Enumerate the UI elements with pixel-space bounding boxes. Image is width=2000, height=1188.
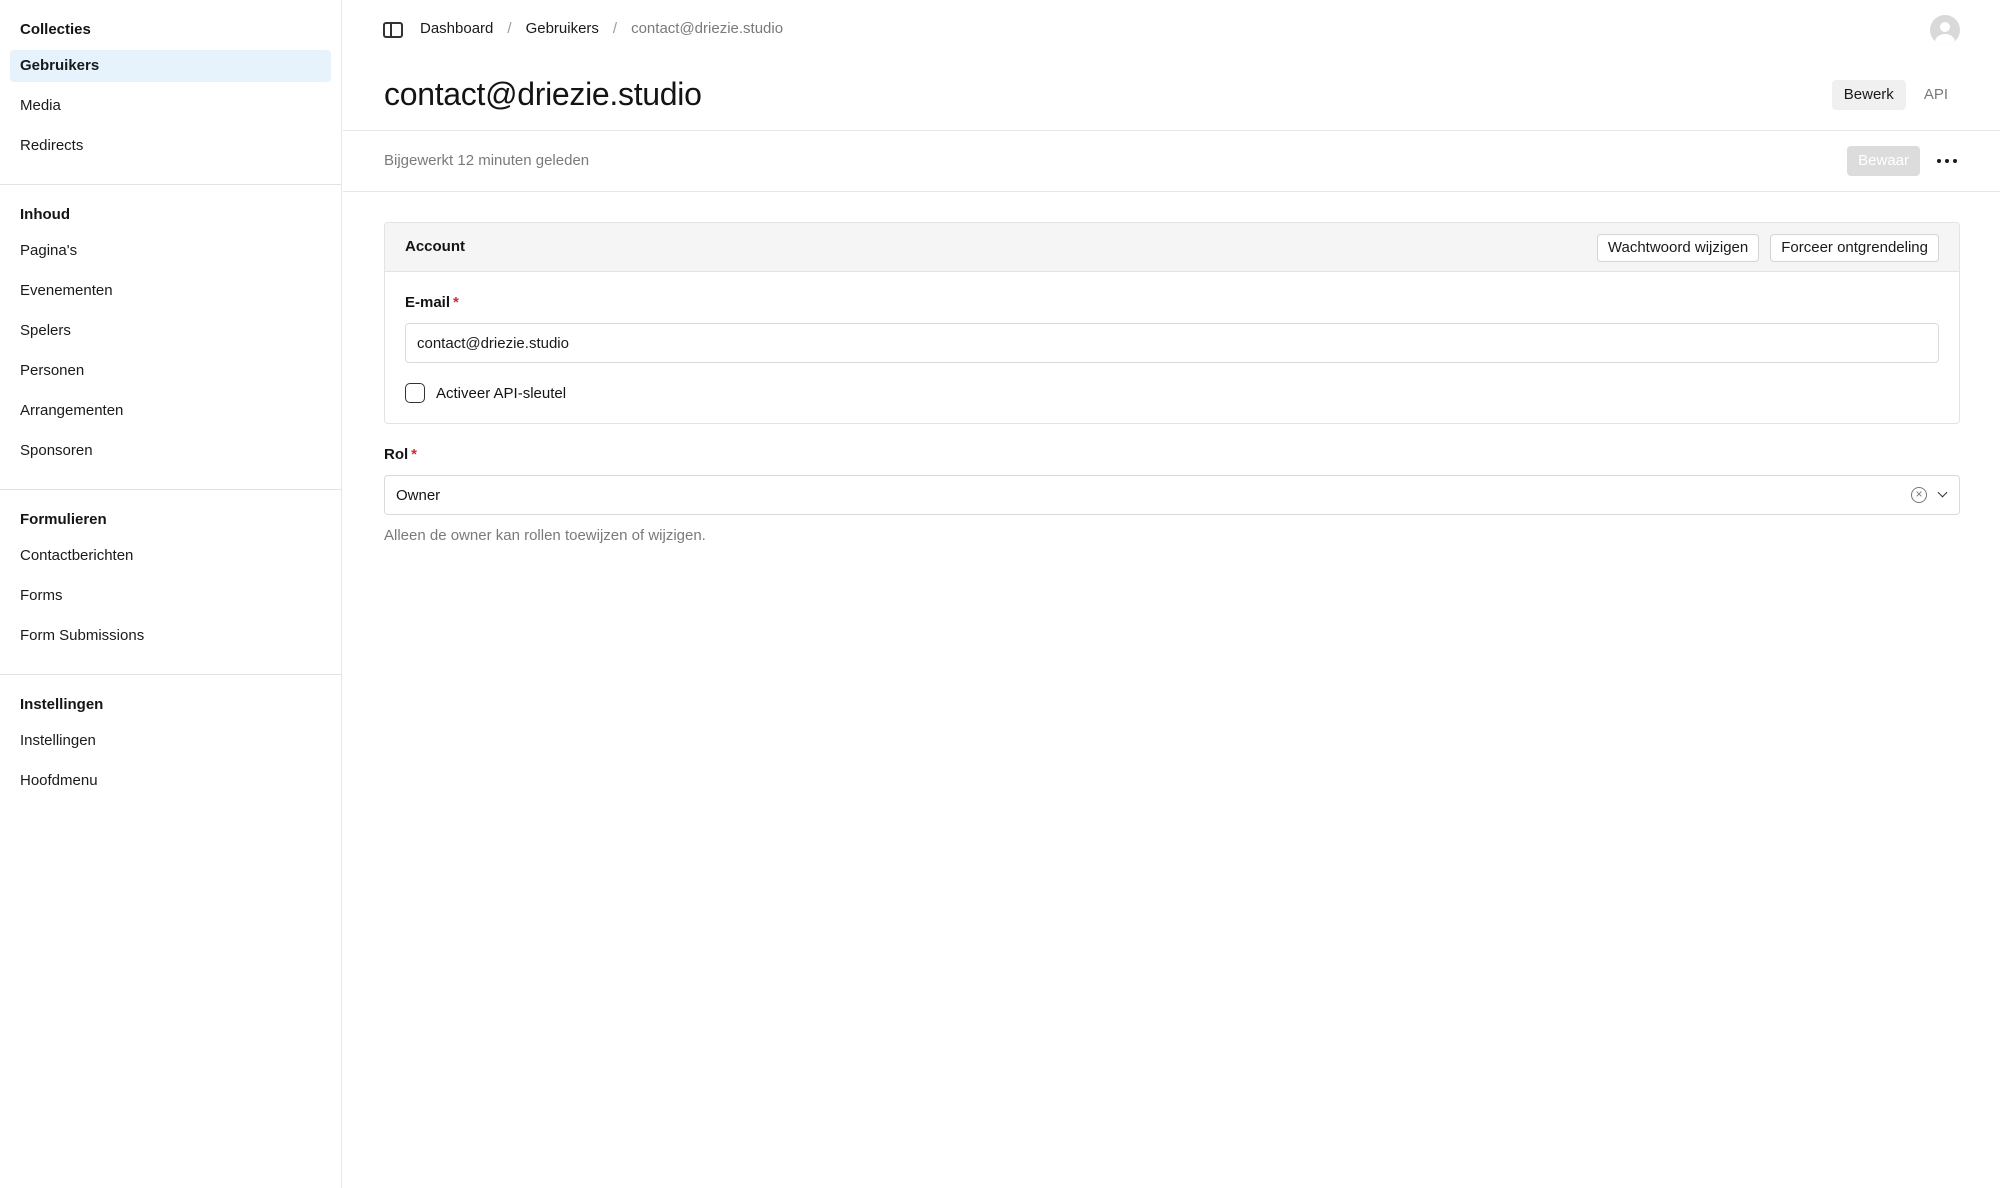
api-key-label[interactable]: Activeer API-sleutel [436,385,566,402]
role-label: Rol * [384,446,1960,463]
email-field[interactable] [405,323,1939,363]
topbar: Dashboard / Gebruikers / contact@driezie… [343,0,2000,60]
role-help-text: Alleen de owner kan rollen toewijzen of … [384,527,706,544]
more-options-icon[interactable] [1936,149,1958,173]
sidebar-item-paginas[interactable]: Pagina's [10,235,331,267]
main-content: Dashboard / Gebruikers / contact@driezie… [343,0,2000,1188]
account-actions: Wachtwoord wijzigen Forceer ontgrendelin… [1596,234,1939,262]
role-select-value: Owner [396,487,441,504]
api-key-row: Activeer API-sleutel [405,383,1939,403]
nav-group-inhoud: Inhoud Pagina's Evenementen Spelers Pers… [0,185,341,490]
breadcrumb: Dashboard / Gebruikers / contact@driezie… [420,20,783,37]
dot-shape [1937,159,1941,163]
nav-group-formulieren: Formulieren Contactberichten Forms Form … [0,490,341,675]
dot-shape [1953,159,1957,163]
sidebar-item-contactberichten[interactable]: Contactberichten [10,540,331,572]
sidebar-item-arrangementen[interactable]: Arrangementen [10,395,331,427]
nav-group-collecties: Collecties Gebruikers Media Redirects [0,0,341,185]
avatar-body-shape [1935,34,1955,45]
account-title: Account [405,238,465,255]
breadcrumb-dashboard[interactable]: Dashboard [420,20,493,37]
clear-icon[interactable]: × [1911,487,1927,503]
sidebar-item-media[interactable]: Media [10,90,331,122]
sidebar-nav: Collecties Gebruikers Media Redirects In… [0,0,342,1188]
sidebar-item-gebruikers[interactable]: Gebruikers [10,50,331,82]
change-password-button[interactable]: Wachtwoord wijzigen [1596,234,1760,262]
sidebar-item-evenementen[interactable]: Evenementen [10,275,331,307]
sidebar-item-redirects[interactable]: Redirects [10,130,331,162]
account-section: Account Wachtwoord wijzigen Forceer ontg… [384,222,1960,424]
breadcrumb-separator: / [507,20,512,37]
sidebar-item-instellingen[interactable]: Instellingen [10,725,331,757]
breadcrumb-current: contact@driezie.studio [631,20,784,37]
tab-api[interactable]: API [1912,80,1960,110]
role-label-text: Rol [384,446,409,463]
sidebar-item-spelers[interactable]: Spelers [10,315,331,347]
chevron-down-icon[interactable] [1937,487,1948,498]
page-title: contact@driezie.studio [384,76,702,112]
save-button[interactable]: Bewaar [1847,146,1920,176]
required-marker: * [453,294,459,311]
breadcrumb-gebruikers[interactable]: Gebruikers [526,20,599,37]
title-row: contact@driezie.studio Bewerk API [343,60,2000,131]
nav-group-title: Instellingen [20,696,104,713]
sidebar-item-personen[interactable]: Personen [10,355,331,387]
sidebar-item-sponsoren[interactable]: Sponsoren [10,435,331,467]
nav-group-title: Inhoud [20,206,70,223]
role-field: Rol * Owner × Alleen de owner kan rollen … [384,446,1960,544]
sidebar-item-form-submissions[interactable]: Form Submissions [10,620,331,652]
sidebar-item-hoofdmenu[interactable]: Hoofdmenu [10,765,331,797]
nav-group-title: Formulieren [20,511,107,528]
email-label-text: E-mail [405,294,451,311]
avatar-head-shape [1940,22,1950,32]
form-content: Account Wachtwoord wijzigen Forceer ontg… [343,192,2000,544]
sidebar-toggle-icon[interactable] [383,22,403,38]
sidebar-item-forms[interactable]: Forms [10,580,331,612]
last-updated-text: Bijgewerkt 12 minuten geleden [384,152,590,169]
nav-group-instellingen: Instellingen Instellingen Hoofdmenu [0,675,341,819]
dot-shape [1945,159,1949,163]
api-key-checkbox[interactable] [405,383,425,403]
account-header: Account Wachtwoord wijzigen Forceer ontg… [385,223,1959,272]
nav-group-title: Collecties [20,21,91,38]
required-marker: * [411,446,418,463]
avatar[interactable] [1930,15,1960,45]
view-tabs: Bewerk API [1831,80,1960,110]
force-unlock-button[interactable]: Forceer ontgrendeling [1770,234,1939,262]
status-row: Bijgewerkt 12 minuten geleden Bewaar [343,131,2000,192]
email-label: E-mail * [405,294,1939,311]
breadcrumb-separator: / [612,20,618,37]
role-select[interactable]: Owner × [384,475,1960,515]
tab-bewerk[interactable]: Bewerk [1831,80,1906,110]
account-body: E-mail* Activeer API-sleutel [385,272,1959,423]
